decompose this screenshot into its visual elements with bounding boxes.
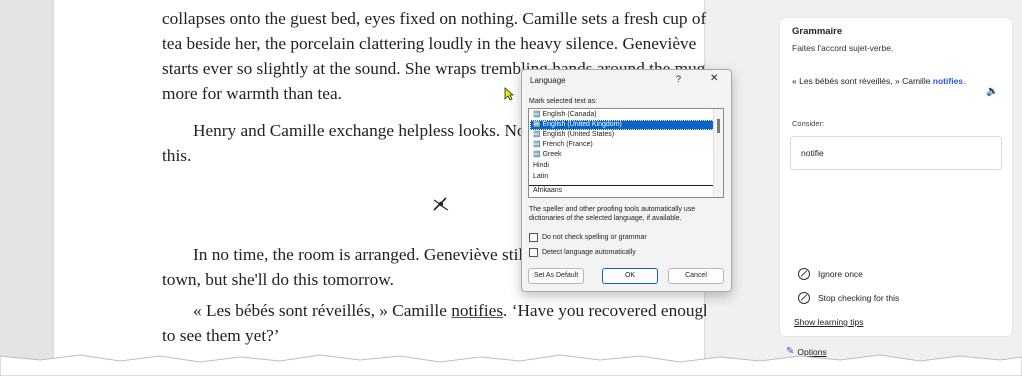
spellcheck-icon: 🔤: [533, 132, 541, 138]
no-spellcheck-checkbox[interactable]: Do not check spelling or grammar: [529, 233, 647, 242]
language-item[interactable]: 🔤 Greek: [530, 150, 717, 160]
stop-checking-button[interactable]: Stop checking for this: [798, 292, 899, 304]
checkbox-box[interactable]: [529, 248, 538, 257]
checkbox-label: Detect language automatically: [542, 249, 636, 256]
list-scrollbar[interactable]: [713, 109, 723, 197]
language-item[interactable]: Afrikaans: [530, 186, 717, 196]
language-item[interactable]: Hindi: [530, 161, 717, 171]
ok-button[interactable]: OK: [602, 268, 658, 284]
close-button[interactable]: ✕: [710, 73, 718, 84]
language-dialog: Language ? ✕ Mark selected text as: 🔤 Eng…: [521, 69, 732, 292]
left-gutter: [0, 0, 54, 376]
language-name: Greek: [542, 151, 562, 158]
language-name: English (Canada): [542, 111, 597, 118]
checkbox-label: Do not check spelling or grammar: [542, 234, 647, 241]
language-name: French (France): [542, 141, 593, 148]
cancel-button[interactable]: Cancel: [668, 268, 724, 284]
example-start: « Les bébés sont réveillés, » Camille: [792, 76, 933, 86]
language-list[interactable]: 🔤 English (Canada) 🔤 English (United Kingd…: [528, 108, 724, 198]
paragraph-4-start: « Les bébés sont réveillés, » Camille: [193, 301, 452, 320]
consider-label: Consider:: [792, 119, 825, 128]
set-default-button[interactable]: Set As Default: [528, 268, 584, 284]
language-item[interactable]: Latin: [530, 172, 717, 182]
stop-icon: [798, 292, 810, 304]
language-item-selected[interactable]: 🔤 English (United Kingdom): [530, 120, 717, 130]
spellcheck-icon: 🔤: [533, 112, 541, 118]
proofing-info-text: The speller and other proofing tools aut…: [529, 206, 696, 222]
checkbox-box[interactable]: [529, 233, 538, 242]
language-name: English (United Kingdom): [542, 121, 622, 128]
scrollbar-thumb[interactable]: [717, 119, 720, 133]
speaker-icon[interactable]: 🔉: [986, 86, 998, 97]
ignore-once-label: Ignore once: [818, 269, 863, 279]
language-item[interactable]: 🔤 English (Canada): [530, 110, 717, 120]
ignore-icon: [798, 268, 810, 280]
detect-language-checkbox[interactable]: Detect language automatically: [529, 248, 636, 257]
dialog-title: Language: [530, 76, 566, 85]
spellcheck-icon: 🔤: [533, 152, 541, 158]
stop-checking-label: Stop checking for this: [818, 293, 900, 303]
spellcheck-icon: 🔤: [533, 142, 541, 148]
language-item[interactable]: 🔤 English (United States): [530, 130, 717, 140]
example-flagged-word: notifies: [932, 76, 964, 86]
flagged-word[interactable]: notifies: [451, 301, 503, 320]
suggestion-button[interactable]: notifie: [790, 136, 1002, 170]
torn-edge: [0, 354, 1022, 376]
card-title: Grammaire: [792, 26, 843, 37]
learning-tips-link[interactable]: Show learning tips: [794, 317, 863, 327]
card-subtitle: Faites l'accord sujet-verbe.: [792, 43, 894, 53]
scene-break-icon: [430, 194, 452, 216]
mark-text-label: Mark selected text as:: [529, 98, 598, 105]
help-button[interactable]: ?: [676, 74, 681, 84]
spellcheck-icon: 🔤: [533, 122, 541, 128]
suggestion-text: notifie: [801, 148, 824, 158]
example-sentence: « Les bébés sont réveillés, » Camille no…: [792, 76, 965, 86]
language-name: English (United States): [542, 131, 615, 138]
ignore-once-button[interactable]: Ignore once: [798, 268, 863, 280]
paragraph-4: « Les bébés sont réveillés, » Camille no…: [162, 298, 722, 348]
language-item[interactable]: 🔤 French (France): [530, 140, 717, 150]
mouse-pointer-icon: [504, 87, 515, 106]
example-end: .: [963, 76, 966, 86]
grammar-card: Grammaire Faites l'accord sujet-verbe. «…: [780, 18, 1012, 336]
